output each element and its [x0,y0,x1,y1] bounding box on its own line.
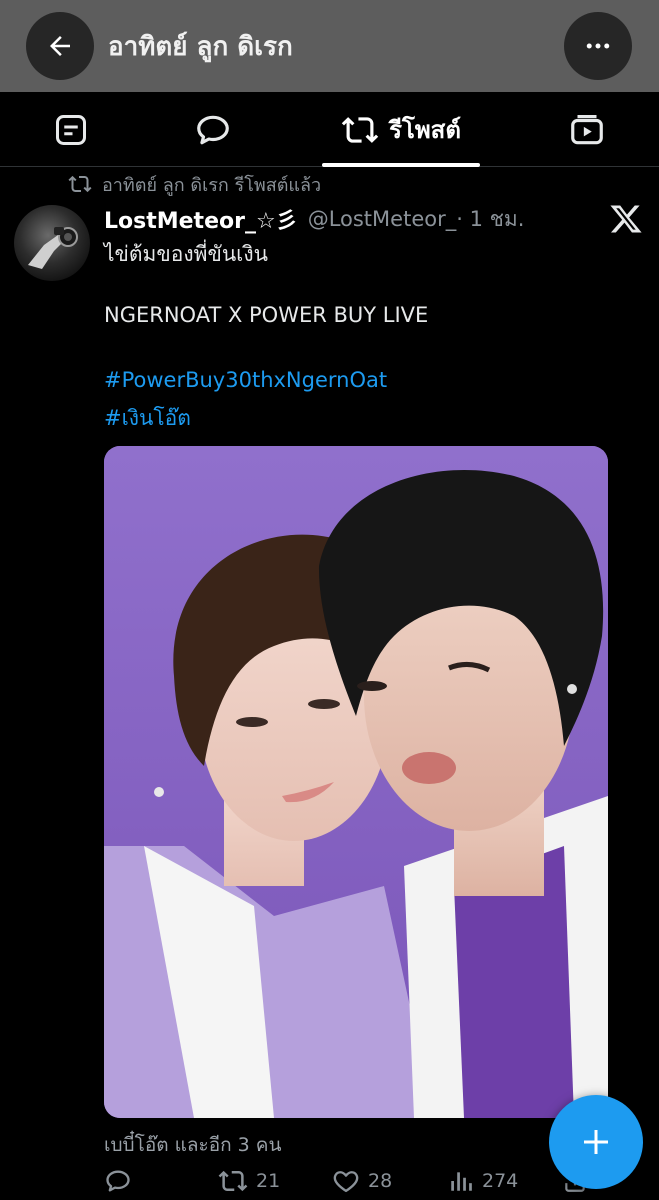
photo-illustration [104,446,608,1118]
repost-button[interactable]: 21 [218,1164,280,1198]
tab-bar: รีโพสต์ [0,92,659,167]
repost-count: 21 [256,1170,281,1192]
tab-articles[interactable] [40,92,102,167]
repost-icon [218,1170,248,1192]
post-text-line: ไข่ต้มของพี่ขันเงิน [104,242,268,266]
repost-context[interactable]: อาทิตย์ ลูก ดิเรก รีโพสต์แล้ว [68,171,321,197]
post-time[interactable]: · 1 ชม. [456,203,524,236]
page-title: อาทิตย์ ลูก ดิเรก [108,32,293,62]
more-horizontal-icon [586,43,610,49]
tab-reposts-label: รีโพสต์ [389,116,461,144]
arrow-left-icon [50,36,70,56]
plus-icon [584,1130,608,1154]
reply-icon [106,1170,130,1192]
post-header: LostMeteor_☆彡 @LostMeteor_ · 1 ชม. [104,203,524,235]
hashtag-link[interactable]: #เงินโอ๊ต [104,402,191,435]
avatar[interactable] [14,205,90,281]
like-count: 28 [368,1170,393,1192]
reply-icon [197,115,229,144]
tab-replies[interactable] [182,92,244,167]
views-icon [451,1172,472,1191]
hashtag-link[interactable]: #PowerBuy30thxNgernOat [104,368,387,392]
tab-reposts[interactable]: รีโพสต์ [322,92,480,167]
top-bar: อาทิตย์ ลูก ดิเรก [0,0,659,92]
post-media-image[interactable] [104,446,608,1118]
views-button[interactable]: 274 [448,1164,518,1198]
display-name[interactable]: LostMeteor_☆彡 [104,203,298,235]
like-button[interactable]: 28 [332,1164,392,1198]
more-button[interactable] [564,12,632,80]
article-icon [56,114,86,145]
view-count: 274 [482,1170,519,1192]
compose-button[interactable] [549,1095,643,1189]
x-logo-icon[interactable] [608,202,644,236]
heart-icon [333,1171,359,1193]
repost-icon [341,116,379,143]
avatar-camera-image [28,227,78,269]
repost-context-text: อาทิตย์ ลูก ดิเรก รีโพสต์แล้ว [102,174,322,196]
post-text-line: NGERNOAT X POWER BUY LIVE [104,303,429,327]
reply-button[interactable] [104,1164,140,1198]
video-icon [571,114,603,144]
tab-videos[interactable] [556,92,618,167]
active-tab-indicator [322,163,480,167]
back-button[interactable] [26,12,94,80]
liked-by-text[interactable]: เบบี๋โอ๊ต และอีก 3 คน [104,1130,282,1160]
repost-icon [68,175,92,193]
user-handle[interactable]: @LostMeteor_ [308,207,457,231]
